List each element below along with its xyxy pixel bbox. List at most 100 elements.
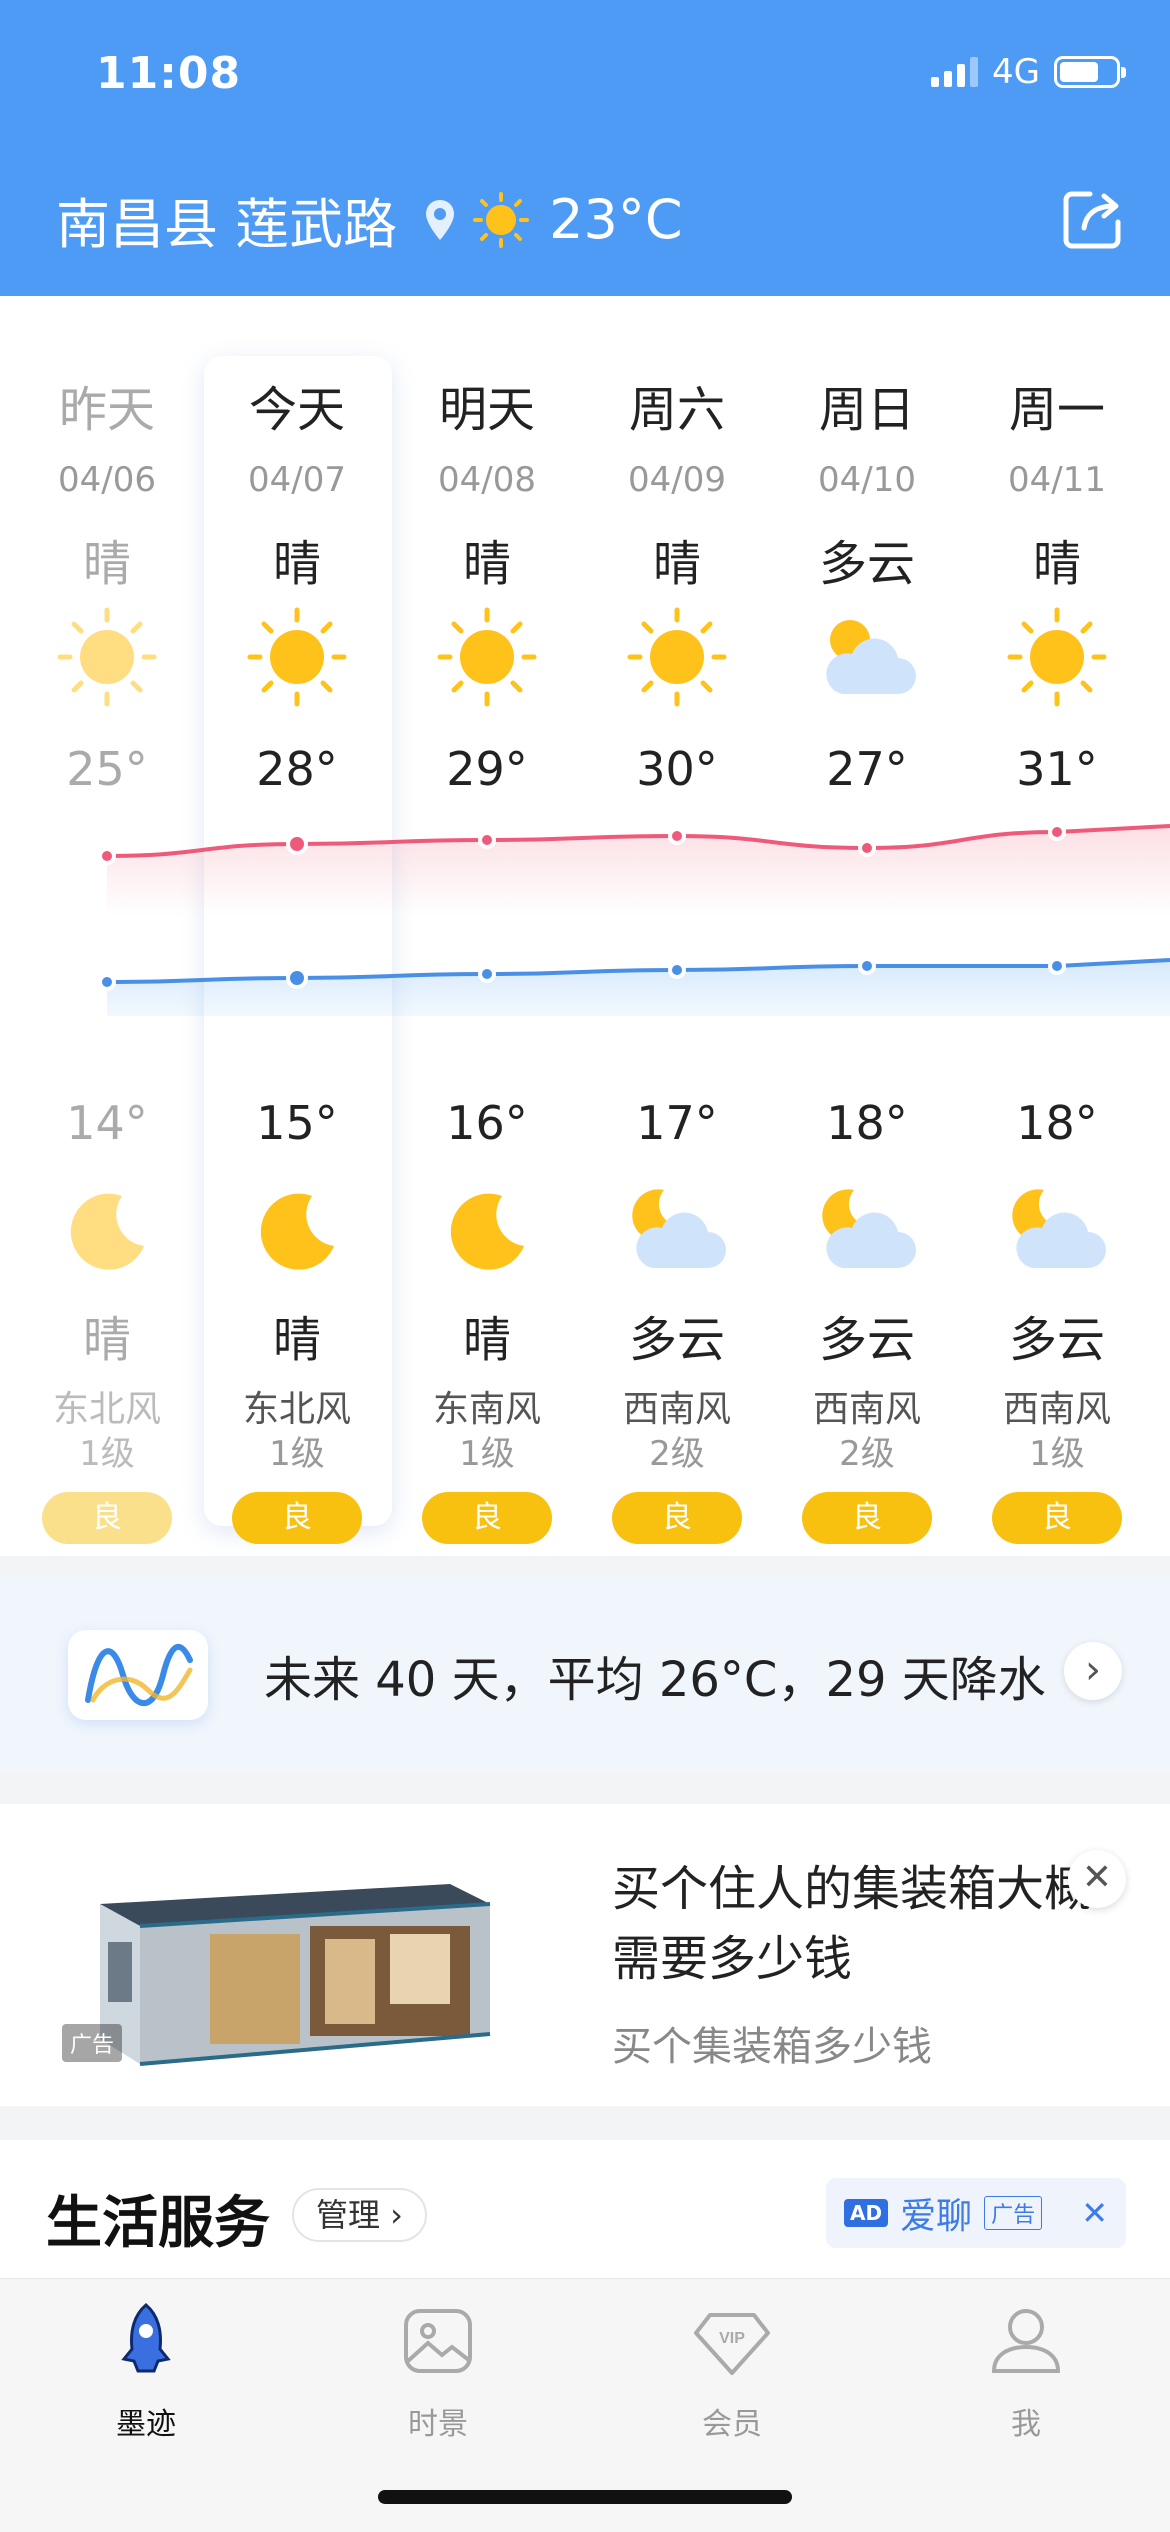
- day-condition: 晴: [462, 536, 511, 592]
- aqi-badge: 良: [802, 1492, 932, 1544]
- container-house-image: [100, 1884, 491, 2066]
- ad-tag: 广告: [62, 2024, 123, 2062]
- temperature-curves: [98, 823, 1170, 1016]
- chevron-right-icon[interactable]: ›: [1064, 1642, 1122, 1700]
- high-temp: 25°: [66, 742, 148, 796]
- trend-chart-icon: [68, 1630, 208, 1720]
- date-label: 04/11: [1008, 460, 1106, 500]
- network-type: 4G: [992, 52, 1040, 92]
- high-temp: 30°: [636, 742, 718, 796]
- high-temp: 27°: [826, 742, 908, 796]
- status-indicators: 4G: [931, 52, 1126, 92]
- battery-icon: [1054, 56, 1126, 88]
- low-temp: 15°: [256, 1096, 338, 1150]
- date-label: 04/08: [438, 460, 536, 500]
- current-temperature: 23°C: [549, 188, 683, 251]
- ad-title: 买个住人的集装箱大概需要多少钱: [612, 1861, 1093, 1987]
- wind-level: 1级: [459, 1434, 515, 1474]
- tab-moji[interactable]: 墨迹: [46, 2299, 246, 2443]
- ad-subtitle: 买个集装箱多少钱: [612, 2024, 932, 2070]
- high-temp: 29°: [446, 742, 528, 796]
- day-label: 周六: [628, 382, 725, 438]
- sun-icon: [57, 607, 157, 707]
- manage-button[interactable]: 管理 ›: [292, 2188, 427, 2242]
- sun-icon: [247, 607, 347, 707]
- high-temp-point: [668, 827, 686, 845]
- high-temp: 31°: [1016, 742, 1098, 796]
- sun-icon: [627, 607, 727, 707]
- sun-icon: [437, 607, 537, 707]
- low-temp: 17°: [636, 1096, 718, 1150]
- night-condition: 多云: [628, 1312, 725, 1368]
- forty-day-summary: 未来 40 天，平均 26°C，29 天降水: [264, 1652, 1046, 1708]
- high-temp-point: [98, 847, 116, 865]
- sun-icon: [473, 191, 530, 248]
- tab-vip[interactable]: VIP 会员: [632, 2299, 832, 2443]
- night-condition: 多云: [818, 1312, 915, 1368]
- forecast-day-column[interactable]: 周日 04/10 多云 27° 18° 多云 西南风 2级良: [772, 356, 962, 1544]
- day-condition: 多云: [818, 536, 915, 592]
- date-label: 04/10: [818, 460, 916, 500]
- date-label: 04/07: [248, 460, 346, 500]
- wind-level: 1级: [79, 1434, 135, 1474]
- forecast-day-column[interactable]: 周六 04/09 晴 30° 17° 多云 西南风 2级良: [582, 356, 772, 1544]
- wind-direction: 西南风: [622, 1389, 731, 1430]
- day-label: 今天: [248, 382, 345, 438]
- forecast-day-column[interactable]: 周一 04/11 晴 31° 18° 多云 西南风 1级良: [962, 356, 1152, 1544]
- wind-level: 1级: [1029, 1434, 1085, 1474]
- status-time: 11:08: [96, 48, 242, 99]
- high-temp-point: [286, 833, 308, 855]
- night-condition: 晴: [462, 1312, 511, 1368]
- close-icon[interactable]: ✕: [1068, 1850, 1126, 1908]
- moon-icon: [260, 1193, 334, 1270]
- day-label: 明天: [438, 382, 535, 438]
- close-icon[interactable]: ✕: [1081, 2194, 1108, 2232]
- ad-label: 广告: [984, 2196, 1043, 2230]
- services-title: 生活服务: [46, 2191, 270, 2256]
- moon-cloud-icon: [1012, 1189, 1106, 1268]
- home-indicator: [378, 2490, 792, 2504]
- location-name: 南昌县 莲武路: [56, 193, 398, 256]
- date-label: 04/06: [58, 460, 156, 500]
- svg-text:VIP: VIP: [719, 2330, 745, 2347]
- tab-me[interactable]: 我: [926, 2299, 1126, 2443]
- low-temp: 16°: [446, 1096, 528, 1150]
- day-condition: 晴: [82, 536, 131, 592]
- moon-icon: [450, 1193, 524, 1270]
- aqi-badge: 良: [232, 1492, 362, 1544]
- moon-icon: [70, 1193, 144, 1270]
- forecast-day-column[interactable]: 明天 04/08 晴 29° 16° 晴东南风 1级良: [392, 356, 582, 1544]
- day-label: 昨天: [58, 382, 155, 438]
- low-temp-point: [98, 973, 116, 991]
- high-temp-point: [1048, 823, 1066, 841]
- low-temp: 14°: [66, 1096, 148, 1150]
- ad-banner[interactable]: 广告 买个住人的集装箱大概需要多少钱 买个集装箱多少钱 ✕: [0, 1804, 1170, 2106]
- wind-direction: 西南风: [1002, 1389, 1111, 1430]
- vip-diamond-icon: VIP: [694, 2313, 770, 2375]
- forty-day-forecast[interactable]: 未来 40 天，平均 26°C，29 天降水 ›: [0, 1576, 1170, 1772]
- sun-icon: [1007, 607, 1107, 707]
- day-condition: 晴: [272, 536, 321, 592]
- low-temp-point: [478, 965, 496, 983]
- forecast-day-column[interactable]: 昨天 04/06 晴 25° 14° 晴东北风 1级良: [12, 356, 202, 1544]
- low-temp: 18°: [826, 1096, 908, 1150]
- wind-level: 1级: [269, 1434, 325, 1474]
- aqi-badge: 良: [422, 1492, 552, 1544]
- rocket-icon: [121, 2303, 171, 2373]
- photo-icon: [404, 2309, 472, 2373]
- forecast-day-column[interactable]: 今天 04/07 晴 28° 15° 晴东北风 1级良: [202, 356, 392, 1544]
- low-temp-point: [668, 961, 686, 979]
- services-ad[interactable]: AD 爱聊 广告 ✕: [826, 2178, 1126, 2248]
- life-services-header: 生活服务 管理 › AD 爱聊 广告 ✕: [0, 2140, 1170, 2280]
- high-temp-point: [478, 831, 496, 849]
- share-icon[interactable]: [1060, 186, 1126, 252]
- location-pin-icon: [426, 199, 455, 240]
- tab-shijing[interactable]: 时景: [338, 2299, 538, 2443]
- date-label: 04/09: [628, 460, 726, 500]
- forecast-panel: 昨天 04/06 晴 25° 14° 晴东北风 1级良今天 04/07 晴 28° 15° 晴东北风 1…: [0, 296, 1170, 1556]
- ad-badge: AD: [844, 2199, 889, 2227]
- moon-cloud-icon: [822, 1189, 916, 1268]
- high-temp: 28°: [256, 742, 338, 796]
- wind-direction: 东北风: [242, 1389, 351, 1430]
- location-row[interactable]: 南昌县 莲武路 23°C: [56, 180, 683, 259]
